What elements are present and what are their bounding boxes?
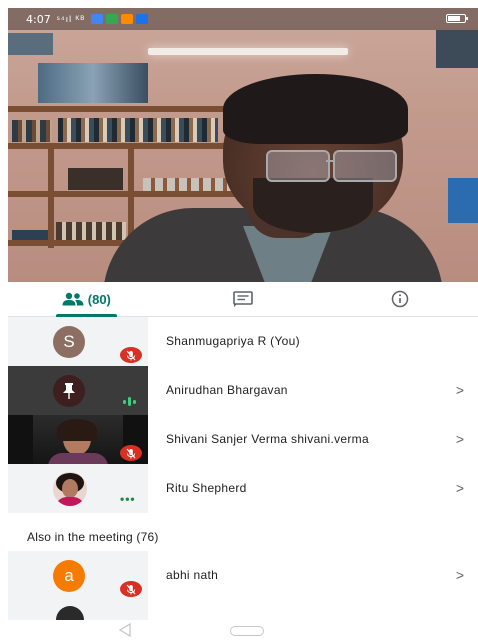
info-icon	[391, 290, 408, 308]
chevron-right-icon[interactable]: >	[456, 464, 464, 513]
mic-off-icon	[120, 581, 142, 597]
mic-off-icon	[120, 347, 142, 363]
home-icon[interactable]	[230, 626, 264, 636]
audio-level-icon	[123, 397, 136, 406]
connecting-dots-icon: •••	[120, 492, 136, 506]
avatar	[53, 472, 87, 506]
wall-poster	[8, 33, 53, 55]
participant-name: abhi nath	[166, 568, 219, 582]
main-video-feed[interactable]: 4:07 ˢ⁴ıl ᴷᴮ	[8, 8, 478, 282]
battery-icon	[446, 14, 468, 23]
notification-icon	[106, 14, 119, 24]
participant-shoulders	[48, 453, 108, 464]
books	[12, 230, 48, 240]
chat-icon	[233, 291, 253, 307]
notification-icon	[136, 14, 149, 24]
tab-info[interactable]	[321, 282, 478, 316]
participant-row-self[interactable]: S Shanmugapriya R (You)	[8, 317, 478, 366]
participant-name: Anirudhan Bhargavan	[166, 383, 288, 397]
books	[56, 222, 126, 240]
participant-row[interactable]: a abhi nath >	[8, 551, 478, 600]
ceiling-light	[148, 48, 348, 55]
wall-poster	[448, 178, 478, 223]
participant-count: (80)	[87, 291, 111, 307]
tab-people[interactable]: (80)	[8, 282, 165, 317]
people-icon	[62, 292, 84, 306]
back-icon[interactable]	[118, 623, 132, 637]
avatar-shoulders	[55, 497, 85, 506]
notification-icon	[121, 14, 134, 24]
participant-name: Shanmugapriya R (You)	[166, 334, 300, 348]
participant-hair	[223, 74, 408, 144]
shelf	[48, 148, 54, 248]
meeting-tabs: (80)	[8, 282, 478, 317]
participant-beard	[253, 178, 373, 233]
glasses-lens	[333, 150, 397, 182]
participant-name: Ritu Shepherd	[166, 481, 247, 495]
participant-thumbnail: S	[8, 317, 148, 366]
participant-row[interactable]: Shivani Sanjer Verma shivani.verma >	[8, 415, 478, 464]
mic-off-icon	[120, 445, 142, 461]
participant-hair	[57, 419, 97, 441]
avatar: S	[53, 326, 85, 358]
shelf	[8, 106, 253, 112]
avatar-face	[62, 479, 78, 498]
participant-row[interactable]: ••• Ritu Shepherd >	[8, 464, 478, 513]
status-bar: 4:07 ˢ⁴ıl ᴷᴮ	[8, 8, 478, 30]
participant-thumbnail	[8, 366, 148, 415]
books	[68, 168, 123, 190]
also-in-meeting-header: Also in the meeting (76)	[27, 530, 159, 544]
wall-poster	[436, 30, 478, 68]
participant-row[interactable]: Anirudhan Bhargavan >	[8, 366, 478, 415]
participant-thumbnail: •••	[8, 464, 148, 513]
system-nav-bar	[0, 620, 478, 641]
glasses-lens	[266, 150, 330, 182]
chevron-right-icon[interactable]: >	[456, 415, 464, 464]
wall-poster	[38, 63, 148, 103]
participant-row-partial[interactable]	[8, 600, 478, 620]
participant-video-thumbnail	[33, 415, 123, 464]
chevron-right-icon[interactable]: >	[456, 551, 464, 600]
participant-thumbnail	[8, 600, 148, 620]
participant-thumbnail: a	[8, 551, 148, 600]
participant-thumbnail	[8, 415, 148, 464]
participant-name: Shivani Sanjer Verma shivani.verma	[166, 432, 369, 446]
books	[58, 118, 218, 142]
tab-chat[interactable]	[165, 282, 322, 316]
notification-icon	[91, 14, 104, 24]
avatar	[56, 606, 84, 620]
status-time: 4:07	[26, 12, 51, 26]
pin-icon	[53, 375, 85, 407]
books	[143, 178, 233, 191]
books	[12, 120, 52, 142]
glasses-bridge	[326, 160, 335, 162]
signal-icon: ˢ⁴ıl ᴷᴮ	[56, 14, 86, 24]
chevron-right-icon[interactable]: >	[456, 366, 464, 415]
avatar: a	[53, 560, 85, 592]
